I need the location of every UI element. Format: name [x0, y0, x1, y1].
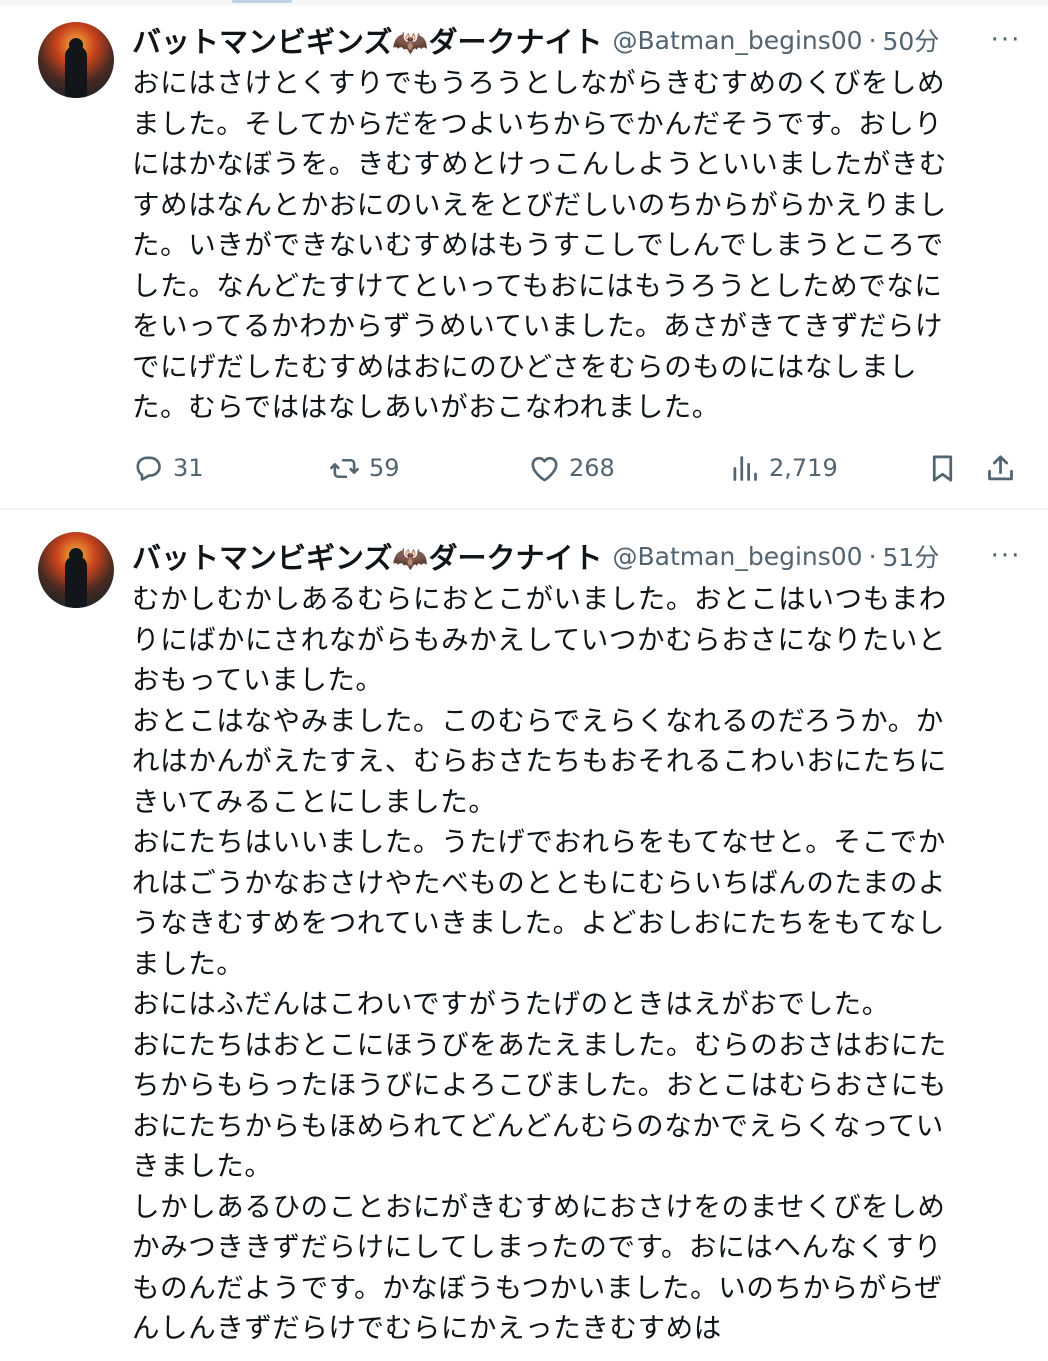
retweet-icon	[330, 458, 359, 478]
header-separator: ·	[868, 25, 877, 55]
author-handle[interactable]: @Batman_begins00	[613, 26, 863, 55]
share-icon	[988, 454, 1013, 480]
tweet-text: おにはさけとくすりでもうろうとしながらきむすめのくびをしめ ました。そしてからだ…	[132, 67, 947, 423]
author-name[interactable]: バットマンビギンズ🦇ダークナイト	[132, 535, 603, 577]
more-dots-icon[interactable]: ···	[988, 538, 1024, 574]
share-button[interactable]	[984, 444, 1017, 492]
author-name[interactable]: バットマンビギンズ🦇ダークナイト	[132, 19, 603, 61]
like-button[interactable]: 268	[528, 444, 615, 492]
tweet-time[interactable]: 51分	[883, 538, 940, 574]
tweet-header: バットマンビギンズ🦇ダークナイト @Batman_begins00 · 51分	[132, 536, 939, 576]
reply-button[interactable]: 31	[132, 444, 204, 492]
tweet[interactable]: バットマンビギンズ🦇ダークナイト @Batman_begins00 · 50分 …	[0, 6, 1048, 510]
tweet-text: むかしむかしあるむらにおとこがいました。おとこはいつもまわ りにばかにされながら…	[132, 583, 947, 1344]
avatar-figure	[65, 46, 87, 98]
tweet-actions: 31 59 268 2,719	[132, 444, 1024, 492]
tweet[interactable]: バットマンビギンズ🦇ダークナイト @Batman_begins00 · 51分 …	[0, 510, 1048, 1361]
views-count: 2,719	[769, 454, 838, 482]
avatar-figure	[65, 556, 87, 608]
retweet-count: 59	[369, 454, 400, 482]
like-count: 268	[569, 454, 615, 482]
views-chart-icon	[733, 455, 757, 481]
bookmark-button[interactable]	[926, 444, 959, 492]
views-button[interactable]: 2,719	[728, 444, 838, 492]
reply-icon	[136, 455, 161, 481]
header-separator: ·	[868, 541, 877, 571]
heart-icon	[531, 456, 558, 481]
tweet-time[interactable]: 50分	[883, 22, 940, 58]
avatar[interactable]	[38, 22, 114, 98]
tweet-header: バットマンビギンズ🦇ダークナイト @Batman_begins00 · 50分	[132, 20, 939, 60]
top-scroll-indicator	[232, 0, 292, 3]
more-dots-icon[interactable]: ···	[988, 22, 1024, 58]
author-handle[interactable]: @Batman_begins00	[613, 542, 863, 571]
avatar[interactable]	[38, 532, 114, 608]
retweet-button[interactable]: 59	[328, 444, 400, 492]
reply-count: 31	[173, 454, 204, 482]
bookmark-icon	[932, 454, 953, 482]
